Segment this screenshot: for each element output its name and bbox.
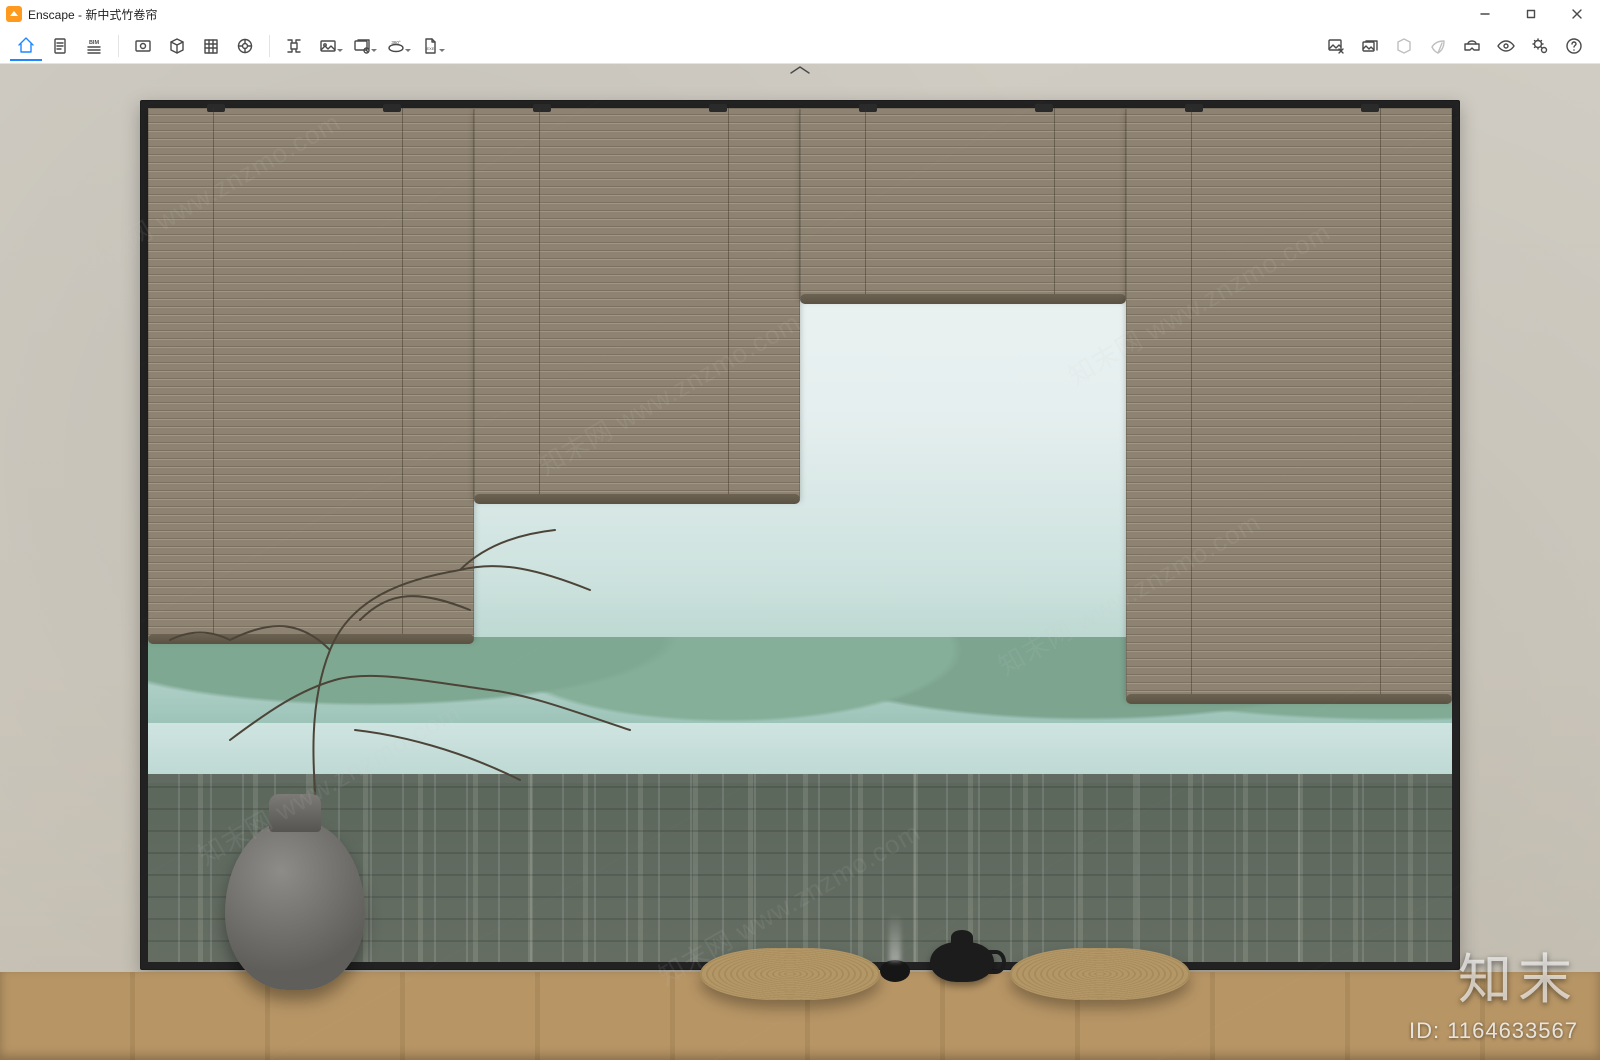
exe-export-button[interactable]: EXE (414, 31, 446, 61)
visual-settings-button[interactable] (1490, 31, 1522, 61)
window-controls (1462, 0, 1600, 28)
app-window: Enscape - 新中式竹卷帘 BIM (0, 0, 1600, 1060)
render-image-button[interactable] (312, 31, 344, 61)
gallery-button[interactable] (1354, 31, 1386, 61)
scene-teapot (930, 942, 994, 982)
scene-blind-3 (800, 108, 1126, 298)
panorama-button[interactable]: 360° (380, 31, 412, 61)
close-button[interactable] (1554, 0, 1600, 28)
vr-button[interactable] (1456, 31, 1488, 61)
asset-library-button[interactable] (161, 31, 193, 61)
screenshot-button[interactable] (278, 31, 310, 61)
scene-blind-2 (474, 108, 800, 498)
toolbar-separator (118, 35, 119, 57)
render-viewport[interactable]: 知末网 www.znzmo.com 知末网 www.znzmo.com 知末网 … (0, 64, 1600, 1060)
minimize-button[interactable] (1462, 0, 1508, 28)
scene-incense-smoke (889, 892, 901, 962)
scene-vase (225, 820, 365, 990)
app-title: Enscape - 新中式竹卷帘 (28, 6, 157, 23)
save-image-button[interactable] (1320, 31, 1352, 61)
batch-render-button[interactable] (346, 31, 378, 61)
scene-floor-cushion-right (1010, 948, 1190, 1000)
toolbar: BIM 360° EXE (0, 28, 1600, 64)
scene-blind-1 (148, 108, 474, 638)
home-button[interactable] (10, 31, 42, 61)
collaboration-button[interactable] (229, 31, 261, 61)
scene-incense-holder (880, 960, 910, 982)
scene-blind-4 (1126, 108, 1452, 698)
toolbar-separator (269, 35, 270, 57)
bim-button[interactable]: BIM (78, 31, 110, 61)
maximize-button[interactable] (1508, 0, 1554, 28)
expand-toolbar-handle[interactable] (789, 64, 811, 82)
scene-floor-cushion-left (700, 948, 880, 1000)
svg-text:BIM: BIM (89, 40, 100, 46)
orbit-button[interactable] (1388, 31, 1420, 61)
site-context-button[interactable] (195, 31, 227, 61)
titlebar-left: Enscape - 新中式竹卷帘 (6, 6, 157, 23)
document-button[interactable] (44, 31, 76, 61)
footer-id: ID: 1164633567 (1409, 1018, 1578, 1044)
footer-brand: 知末 (1458, 935, 1578, 1014)
titlebar: Enscape - 新中式竹卷帘 (0, 0, 1600, 28)
view-management-button[interactable] (127, 31, 159, 61)
vegetation-button[interactable] (1422, 31, 1454, 61)
enscape-app-icon (6, 6, 22, 22)
general-settings-button[interactable] (1524, 31, 1556, 61)
svg-text:360°: 360° (391, 40, 401, 45)
svg-text:EXE: EXE (426, 46, 434, 51)
help-button[interactable] (1558, 31, 1590, 61)
